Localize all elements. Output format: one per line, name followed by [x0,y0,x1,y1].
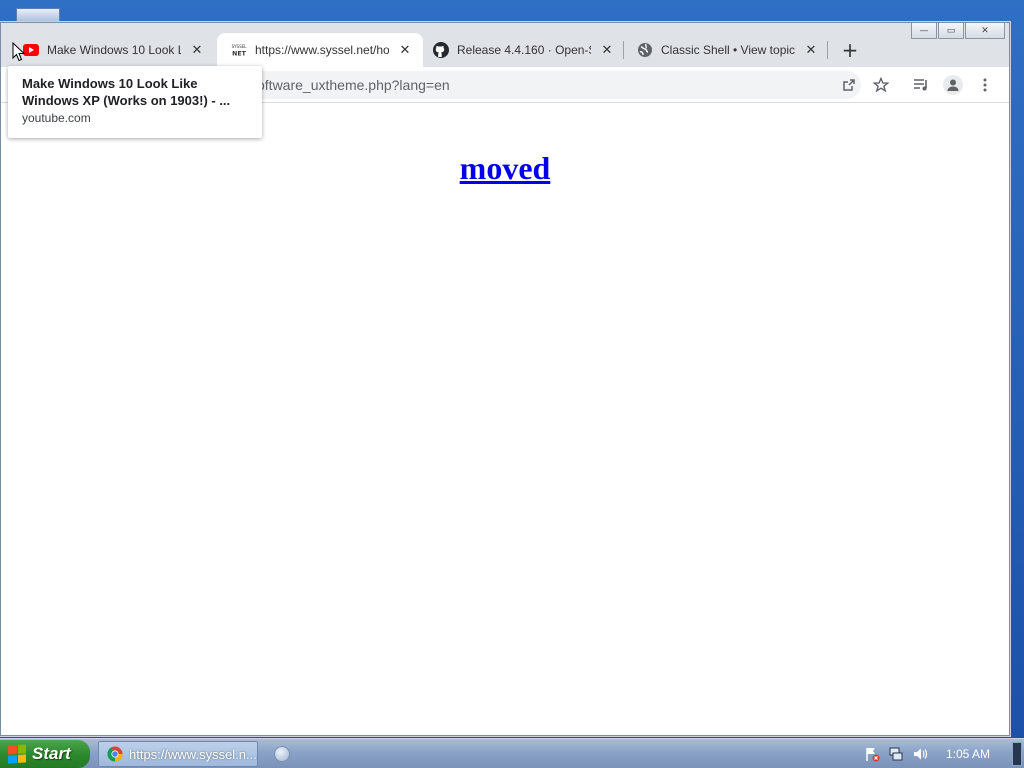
svg-text:NET: NET [232,50,246,57]
page-heading: moved [1,150,1009,187]
tab-close-icon[interactable]: ✕ [397,42,413,58]
svg-text:SYSSEL: SYSSEL [232,44,247,49]
chrome-icon [107,746,123,762]
tab-classic-shell[interactable]: Classic Shell • View topic - Windows ✕ [623,33,829,67]
volume-icon[interactable] [912,746,928,762]
tab-hover-card: Make Windows 10 Look Like Windows XP (Wo… [8,66,262,138]
tab-close-icon[interactable]: ✕ [599,42,615,58]
syssel-net-icon: SYSSEL NET [231,42,247,58]
taskbar-item-label: https://www.syssel.n... [129,746,257,762]
share-icon[interactable] [839,75,859,95]
more-menu-icon[interactable] [975,75,995,95]
taskbar-item-chrome[interactable]: https://www.syssel.n... [98,741,258,767]
tab-title: Release 4.4.160 · Open-Shell/Open-Shell-… [457,43,591,57]
minimize-button[interactable]: — [911,23,937,39]
new-tab-button[interactable]: + [839,38,861,62]
show-desktop-button[interactable] [1012,742,1022,766]
tab-title: Make Windows 10 Look Like Windows XP (Wo… [47,43,181,57]
tab-title: https://www.syssel.net/hoefs/software_ux… [255,43,389,57]
taskbar: Start https://www.syssel.n... 1:05 AM [0,738,1024,768]
quick-launch-icon[interactable] [274,746,290,762]
tab-close-icon[interactable]: ✕ [189,42,205,58]
tab-github[interactable]: Release 4.4.160 · Open-Shell/Open-Shell-… [419,33,625,67]
action-center-flag-icon[interactable] [864,746,880,762]
window-controls: — ▭ ✕ [911,23,1005,39]
tab-youtube[interactable]: Make Windows 10 Look Like Windows XP (Wo… [9,33,215,67]
tab-title: Classic Shell • View topic - Windows [661,43,795,57]
address-text: oftware_uxtheme.php?lang=en [257,77,450,93]
network-icon[interactable] [888,746,904,762]
system-tray: 1:05 AM [856,739,1024,768]
restore-button[interactable]: ▭ [938,23,964,39]
tab-close-icon[interactable]: ✕ [803,42,819,58]
tab-strip: — ▭ ✕ Make Windows 10 Look Like Windows … [1,23,1009,67]
bookmark-star-icon[interactable] [871,75,891,95]
mouse-cursor-icon [12,42,26,62]
close-button[interactable]: ✕ [965,23,1005,39]
start-button[interactable]: Start [0,740,90,768]
page-content: moved [1,104,1009,735]
hover-card-title: Make Windows 10 Look Like Windows XP (Wo… [22,76,231,108]
github-icon [433,42,449,58]
profile-avatar-icon[interactable] [943,75,963,95]
tab-syssel[interactable]: SYSSELNET https://www.syssel.net/hoefs/s… [217,33,423,67]
media-control-icon[interactable] [911,75,931,95]
taskbar-clock[interactable]: 1:05 AM [946,747,990,761]
windows-flag-icon [8,744,26,764]
start-label: Start [32,744,71,763]
globe-icon [637,42,653,58]
moved-link[interactable]: moved [460,150,551,186]
hover-card-domain: youtube.com [22,111,91,125]
